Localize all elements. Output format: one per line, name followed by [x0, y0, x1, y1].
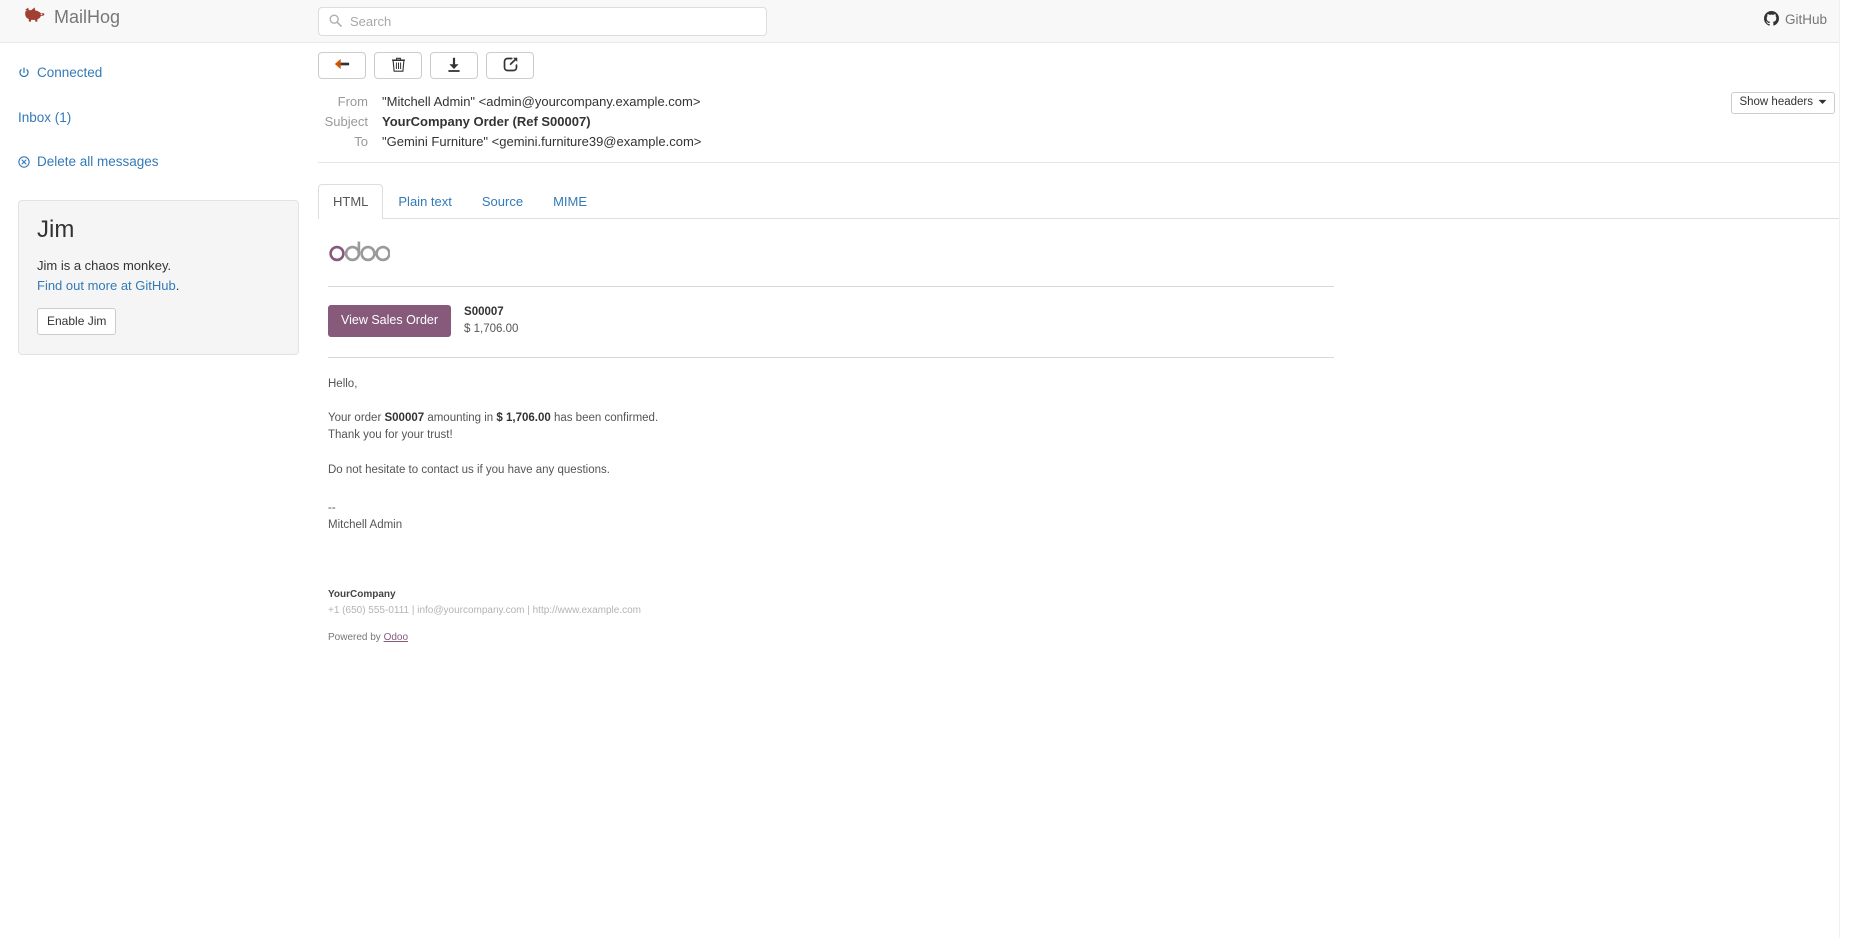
- content-tabs: HTML Plain text Source MIME: [318, 184, 1839, 220]
- message-toolbar: [318, 44, 1839, 79]
- header-value-from: "Mitchell Admin" <admin@yourcompany.exam…: [382, 94, 701, 109]
- jim-panel: Jim Jim is a chaos monkey. Find out more…: [18, 199, 299, 355]
- sidebar-item-connected[interactable]: Connected: [18, 66, 292, 80]
- arrow-left-icon: [334, 57, 350, 74]
- github-link[interactable]: GitHub: [1763, 11, 1827, 29]
- show-headers-dropdown[interactable]: Show headers: [1731, 92, 1835, 114]
- order-line-prefix: Your order: [328, 412, 385, 425]
- top-navbar: MailHog GitHub: [0, 0, 1849, 43]
- view-sales-order-button[interactable]: View Sales Order: [328, 304, 452, 337]
- header-label-to: To: [354, 134, 368, 149]
- delete-button[interactable]: [374, 52, 422, 79]
- footer-contact: +1 (650) 555-0111 | info@yourcompany.com…: [328, 604, 641, 616]
- jim-github-link[interactable]: Find out more at GitHub: [37, 278, 176, 293]
- tab-plain-text[interactable]: Plain text: [383, 184, 466, 219]
- brand-link[interactable]: MailHog: [23, 7, 120, 26]
- release-icon: [503, 57, 518, 75]
- search-container: [318, 7, 767, 36]
- power-icon: [18, 67, 30, 79]
- email-html-body: View Sales Order S00007 $ 1,706.00 Hello…: [318, 219, 1839, 645]
- github-icon: [1763, 11, 1779, 29]
- sidebar-item-connected-label: Connected: [37, 65, 103, 80]
- footer-powered-prefix: Powered by: [328, 631, 384, 643]
- chevron-down-icon: [1818, 96, 1827, 110]
- enable-jim-button[interactable]: Enable Jim: [37, 308, 117, 335]
- signature: -- Mitchell Admin: [328, 500, 1839, 533]
- order-line-ref: S00007: [384, 412, 425, 425]
- github-label: GitHub: [1784, 12, 1827, 27]
- pig-icon: [23, 7, 45, 26]
- signature-name: Mitchell Admin: [328, 518, 403, 531]
- circle-x-icon: [18, 156, 30, 168]
- order-confirmation-line: Your order S00007 amounting in $ 1,706.0…: [328, 410, 1839, 427]
- sidebar-item-delete-all[interactable]: Delete all messages: [18, 155, 292, 169]
- brand-label: MailHog: [54, 6, 121, 27]
- show-headers-label: Show headers: [1739, 96, 1813, 108]
- order-reference: S00007: [464, 306, 504, 319]
- page-scrollbar[interactable]: [1839, 0, 1849, 938]
- sidebar-item-inbox[interactable]: Inbox (1): [18, 109, 292, 125]
- order-summary-row: View Sales Order S00007 $ 1,706.00: [328, 304, 1839, 356]
- jim-link-suffix: .: [175, 278, 180, 294]
- divider-top: [328, 286, 1334, 288]
- tab-source[interactable]: Source: [467, 184, 538, 219]
- order-line-mid: amounting in: [424, 412, 497, 425]
- signature-dashes: --: [328, 502, 336, 515]
- header-row-from: From "Mitchell Admin" <admin@yourcompany…: [318, 92, 1839, 112]
- release-button[interactable]: [486, 52, 534, 79]
- contact-line: Do not hesitate to contact us if you hav…: [328, 463, 610, 476]
- order-meta: S00007 $ 1,706.00: [464, 304, 518, 337]
- header-value-to: "Gemini Furniture" <gemini.furniture39@e…: [382, 134, 702, 149]
- header-label-subject: Subject: [324, 114, 368, 129]
- divider-below-order: [328, 356, 1334, 358]
- order-line-amount: $ 1,706.00: [496, 412, 551, 425]
- search-input[interactable]: [350, 14, 756, 29]
- jim-link-line: Find out more at GitHub.: [37, 276, 280, 296]
- order-line-suffix: has been confirmed.: [550, 412, 659, 425]
- email-footer: YourCompany +1 (650) 555-0111 | info@you…: [328, 587, 1839, 646]
- footer-company: YourCompany: [328, 588, 396, 600]
- tab-mime[interactable]: MIME: [538, 184, 602, 219]
- thanks-line: Thank you for your trust!: [328, 428, 453, 441]
- search-box[interactable]: [318, 7, 767, 36]
- jim-title: Jim: [37, 215, 75, 243]
- download-button[interactable]: [430, 52, 478, 79]
- header-value-subject: YourCompany Order (Ref S00007): [382, 114, 591, 129]
- odoo-link[interactable]: Odoo: [384, 632, 408, 643]
- greeting: Hello,: [328, 377, 358, 390]
- message-headers: From "Mitchell Admin" <admin@yourcompany…: [318, 92, 1839, 163]
- header-row-to: To "Gemini Furniture" <gemini.furniture3…: [318, 132, 1839, 152]
- tab-html[interactable]: HTML: [318, 184, 384, 220]
- back-button[interactable]: [318, 52, 366, 79]
- message-pane: From "Mitchell Admin" <admin@yourcompany…: [318, 44, 1839, 938]
- sidebar: Connected Inbox (1) Delete all messages …: [0, 44, 310, 355]
- footer-powered-by: Powered by Odoo: [328, 630, 1839, 646]
- header-row-subject: Subject YourCompany Order (Ref S00007): [318, 112, 1839, 132]
- trash-icon: [391, 57, 405, 75]
- jim-description: Jim is a chaos monkey.: [37, 257, 172, 273]
- header-label-from: From: [337, 94, 368, 109]
- download-icon: [447, 57, 461, 75]
- search-icon: [329, 14, 342, 30]
- odoo-logo: [328, 240, 1839, 266]
- sidebar-item-inbox-label: Inbox (1): [18, 109, 72, 125]
- sidebar-item-delete-all-label: Delete all messages: [37, 154, 159, 169]
- email-text: Hello, Your order S00007 amounting in $ …: [328, 376, 1839, 479]
- order-amount: $ 1,706.00: [464, 322, 519, 335]
